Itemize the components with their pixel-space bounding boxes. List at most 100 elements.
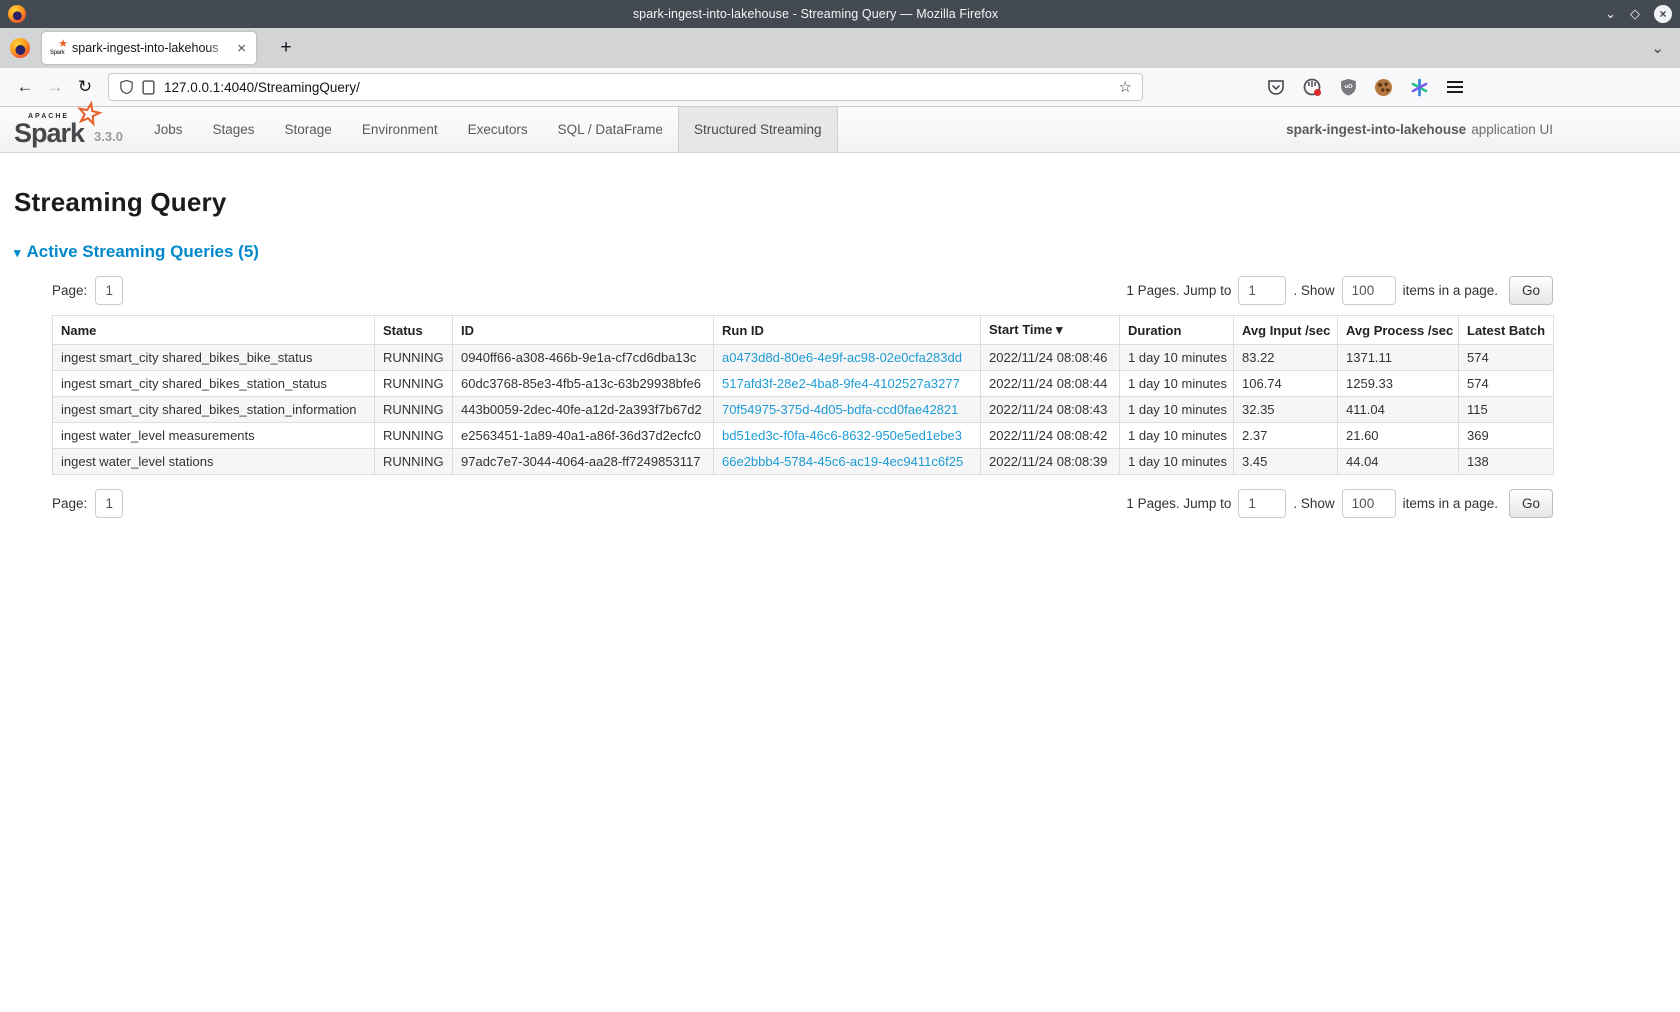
column-header[interactable]: Run ID [714,316,981,345]
pagination-top: Page: 1 Pages. Jump to . Show items in a… [52,276,1553,305]
new-tab-button[interactable]: + [272,37,300,59]
cell: 97adc7e7-3044-4064-aa28-ff7249853117 [453,449,714,475]
spark-nav-tab-jobs[interactable]: Jobs [139,107,198,152]
run-id-link[interactable]: 66e2bbb4-5784-45c6-ac19-4ec9411c6f25 [722,454,963,469]
cell: 70f54975-375d-4d05-bdfa-ccd0fae42821 [714,397,981,423]
cell: bd51ed3c-f0fa-46c6-8632-950e5ed1ebe3 [714,423,981,449]
cell: ingest smart_city shared_bikes_station_s… [53,371,375,397]
spark-nav-tabs: JobsStagesStorageEnvironmentExecutorsSQL… [139,107,838,152]
active-queries-zone: Page: 1 Pages. Jump to . Show items in a… [52,276,1553,518]
cell: 411.04 [1338,397,1459,423]
cell: RUNNING [375,423,453,449]
cookie-icon[interactable] [1375,79,1392,96]
cell: 2.37 [1234,423,1338,449]
column-header[interactable]: Avg Input /sec [1234,316,1338,345]
spark-nav-tab-environment[interactable]: Environment [347,107,453,152]
back-icon[interactable]: ← [10,77,40,97]
pages-summary: 1 Pages. Jump to [1126,496,1231,511]
jump-to-input[interactable] [1238,489,1286,518]
application-ui-label: spark-ingest-into-lakehouse application … [1286,107,1553,152]
streaming-queries-table: NameStatusIDRun IDStart Time ▾DurationAv… [52,315,1554,475]
column-header[interactable]: Name [53,316,375,345]
pocket-icon[interactable] [1267,79,1285,96]
browser-tab[interactable]: ★ Spark spark-ingest-into-lakehous × [42,32,256,64]
cell: 0940ff66-a308-466b-9e1a-cf7cd6dba13c [453,345,714,371]
page-number-input[interactable] [95,489,123,518]
spark-nav-tab-executors[interactable]: Executors [453,107,543,152]
reload-icon[interactable]: ↻ [70,77,100,97]
list-all-tabs-icon[interactable]: ⌄ [1651,39,1664,57]
section-title: Active Streaming Queries (5) [27,242,259,261]
items-per-page-input[interactable] [1342,489,1396,518]
spark-logo[interactable]: APACHE Spark 3.3.0 [0,107,139,152]
cell: 1 day 10 minutes [1120,397,1234,423]
url-bar[interactable]: 127.0.0.1:4040/StreamingQuery/ ☆ [108,73,1143,101]
column-header[interactable]: Start Time ▾ [981,316,1120,345]
table-row: ingest water_level measurementsRUNNINGe2… [53,423,1554,449]
go-button[interactable]: Go [1509,489,1553,518]
cell: 1371.11 [1338,345,1459,371]
run-id-link[interactable]: a0473d8d-80e6-4e9f-ac98-02e0cfa283dd [722,350,962,365]
cell: 517afd3f-28e2-4ba8-9fe4-4102527a3277 [714,371,981,397]
toolbar-extensions: uO [1267,78,1463,97]
title-bar: spark-ingest-into-lakehouse - Streaming … [0,0,1680,28]
cell: 2022/11/24 08:08:44 [981,371,1120,397]
window-controls: ⌄ ◇ × [1605,5,1672,23]
table-row: ingest smart_city shared_bikes_bike_stat… [53,345,1554,371]
minimize-icon[interactable]: ⌄ [1605,5,1616,23]
spark-nav-tab-storage[interactable]: Storage [270,107,347,152]
run-id-link[interactable]: 70f54975-375d-4d05-bdfa-ccd0fae42821 [722,402,958,417]
table-row: ingest smart_city shared_bikes_station_s… [53,371,1554,397]
cell: 2022/11/24 08:08:43 [981,397,1120,423]
run-id-link[interactable]: bd51ed3c-f0fa-46c6-8632-950e5ed1ebe3 [722,428,962,443]
active-queries-section-toggle[interactable]: ▾Active Streaming Queries (5) [14,242,1666,262]
cell: 60dc3768-85e3-4fb5-a13c-63b29938bfe6 [453,371,714,397]
items-per-page-input[interactable] [1342,276,1396,305]
hamburger-menu-icon[interactable] [1447,86,1463,88]
items-label: items in a page. [1403,496,1498,511]
cell: e2563451-1a89-40a1-a86f-36d37d2ecfc0 [453,423,714,449]
column-header[interactable]: Duration [1120,316,1234,345]
cell: 2022/11/24 08:08:42 [981,423,1120,449]
tracking-protection-shield-icon[interactable] [119,79,134,95]
colorful-asterisk-icon[interactable] [1410,78,1429,97]
spark-nav-tab-stages[interactable]: Stages [198,107,270,152]
privacy-badge-icon[interactable] [1303,78,1322,97]
page-label: Page: [52,283,87,298]
browser-toolbar: ← → ↻ 127.0.0.1:4040/StreamingQuery/ ☆ u… [0,68,1680,107]
cell: 3.45 [1234,449,1338,475]
cell: a0473d8d-80e6-4e9f-ac98-02e0cfa283dd [714,345,981,371]
page-title: Streaming Query [14,187,1666,218]
content: Streaming Query ▾Active Streaming Querie… [0,153,1680,518]
column-header[interactable]: Latest Batch [1459,316,1554,345]
cell: 1 day 10 minutes [1120,423,1234,449]
column-header[interactable]: ID [453,316,714,345]
application-suffix: application UI [1471,122,1553,137]
spark-nav-tab-structured-streaming[interactable]: Structured Streaming [678,107,838,152]
column-header[interactable]: Status [375,316,453,345]
cell: ingest smart_city shared_bikes_station_i… [53,397,375,423]
close-window-icon[interactable]: × [1654,5,1672,23]
show-label: . Show [1293,283,1334,298]
page-number-input[interactable] [95,276,123,305]
spark-nav-tab-sql-dataframe[interactable]: SQL / DataFrame [543,107,678,152]
column-header[interactable]: Avg Process /sec [1338,316,1459,345]
maximize-icon[interactable]: ◇ [1630,5,1640,23]
ublock-shield-icon[interactable]: uO [1340,78,1357,96]
go-button[interactable]: Go [1509,276,1553,305]
forward-icon[interactable]: → [40,77,70,97]
spark-favicon-icon: ★ Spark [50,41,65,56]
firefox-view-icon[interactable] [10,38,30,58]
cell: RUNNING [375,371,453,397]
cell: 115 [1459,397,1554,423]
cell: RUNNING [375,397,453,423]
run-id-link[interactable]: 517afd3f-28e2-4ba8-9fe4-4102527a3277 [722,376,960,391]
cell: RUNNING [375,449,453,475]
page-info-icon[interactable] [142,80,155,95]
tab-close-icon[interactable]: × [235,40,248,57]
page-label: Page: [52,496,87,511]
bookmark-star-icon[interactable]: ☆ [1119,78,1132,96]
pagination-bottom: Page: 1 Pages. Jump to . Show items in a… [52,489,1553,518]
jump-to-input[interactable] [1238,276,1286,305]
cell: 66e2bbb4-5784-45c6-ac19-4ec9411c6f25 [714,449,981,475]
